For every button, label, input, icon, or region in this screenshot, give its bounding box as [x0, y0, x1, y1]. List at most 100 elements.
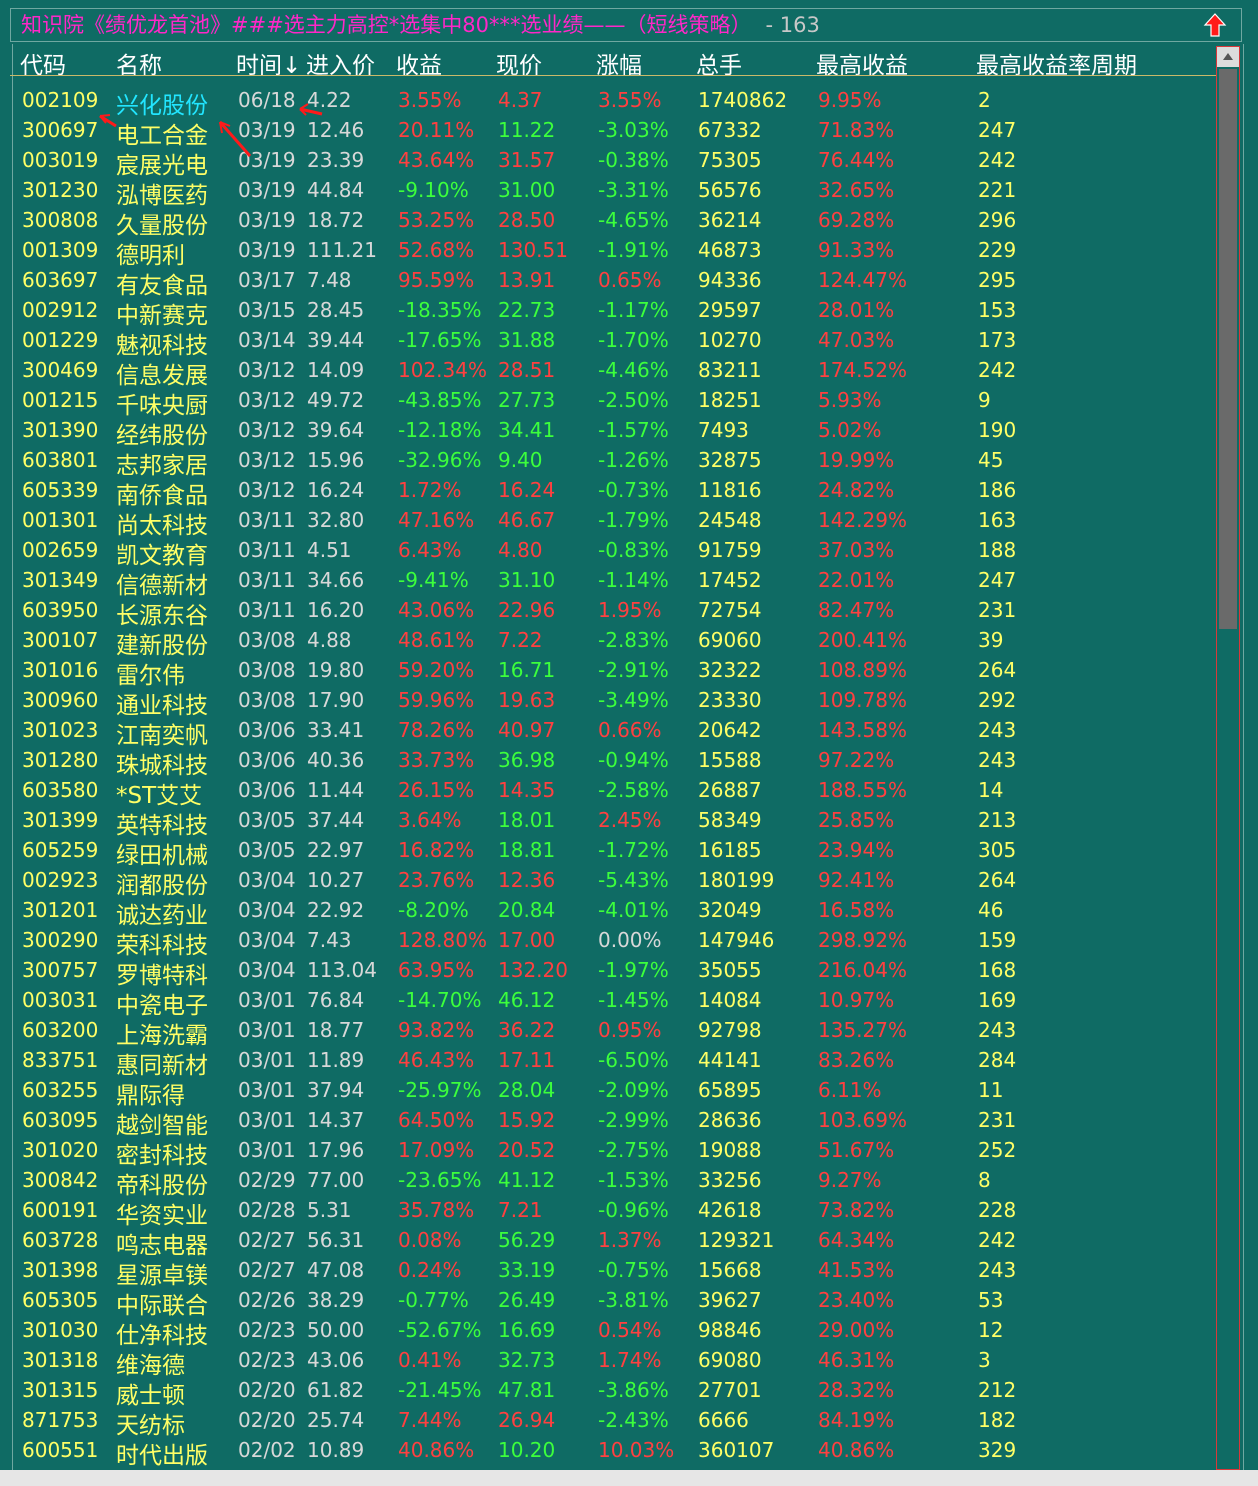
cell-current-price: 16.24	[498, 478, 556, 502]
table-row[interactable]: 301023 江南奕帆 03/06 33.41 78.26% 40.97 0.66% 2064…	[0, 716, 1216, 749]
table-row[interactable]: 002912 中新赛克 03/15 28.45 -18.35% 22.73 -1.17% 29…	[0, 296, 1216, 329]
cell-return: 128.80%	[398, 928, 487, 952]
cell-entry-price: 28.45	[307, 298, 365, 322]
cell-max-return: 92.41%	[818, 868, 895, 892]
table-row[interactable]: 300469 信息发展 03/12 14.09 102.34% 28.51 -4.46% 83…	[0, 356, 1216, 389]
table-row[interactable]: 603728 鸣志电器 02/27 56.31 0.08% 56.29 1.37% 12932…	[0, 1226, 1216, 1259]
table-row[interactable]: 301398 星源卓镁 02/27 47.08 0.24% 33.19 -0.75% 1566…	[0, 1256, 1216, 1289]
cell-change: 0.54%	[598, 1318, 662, 1342]
table-row[interactable]: 301020 密封科技 03/01 17.96 17.09% 20.52 -2.75% 190…	[0, 1136, 1216, 1169]
cell-volume: 360107	[698, 1438, 775, 1462]
cell-code: 002923	[22, 868, 99, 892]
table-row[interactable]: 002923 润都股份 03/04 10.27 23.76% 12.36 -5.43% 180…	[0, 866, 1216, 899]
cell-code: 001301	[22, 508, 99, 532]
cell-max-return: 16.58%	[818, 898, 895, 922]
cell-change: -3.49%	[598, 688, 669, 712]
cell-volume: 36214	[698, 208, 762, 232]
cell-time: 03/14	[238, 328, 296, 352]
table-row[interactable]: 301315 威士顿 02/20 61.82 -21.45% 47.81 -3.86% 277…	[0, 1376, 1216, 1409]
table-row[interactable]: 603697 有友食品 03/17 7.48 95.59% 13.91 0.65% 94336…	[0, 266, 1216, 299]
table-row[interactable]: 301030 仕净科技 02/23 50.00 -52.67% 16.69 0.54% 988…	[0, 1316, 1216, 1349]
cell-code: 301398	[22, 1258, 99, 1282]
cell-name: 德明利	[116, 243, 185, 269]
cell-max-return-period: 231	[978, 598, 1017, 622]
cell-volume: 23330	[698, 688, 762, 712]
cell-max-return-period: 182	[978, 1408, 1017, 1432]
cell-code: 301201	[22, 898, 99, 922]
vertical-scrollbar[interactable]	[1216, 46, 1240, 1470]
table-row[interactable]: 605259 绿田机械 03/05 22.97 16.82% 18.81 -1.72% 161…	[0, 836, 1216, 869]
cell-max-return-period: 292	[978, 688, 1017, 712]
table-row[interactable]: 300808 久量股份 03/19 18.72 53.25% 28.50 -4.65% 362…	[0, 206, 1216, 239]
cell-time: 02/26	[238, 1288, 296, 1312]
cell-max-return: 6.11%	[818, 1078, 882, 1102]
table-row[interactable]: 300290 荣科科技 03/04 7.43 128.80% 17.00 0.00% 1479…	[0, 926, 1216, 959]
cell-code: 301020	[22, 1138, 99, 1162]
cell-code: 301016	[22, 658, 99, 682]
cell-current-price: 26.94	[498, 1408, 556, 1432]
table-row[interactable]: 605339 南侨食品 03/12 16.24 1.72% 16.24 -0.73% 1181…	[0, 476, 1216, 509]
table-row[interactable]: 002659 凯文教育 03/11 4.51 6.43% 4.80 -0.83% 91759 3…	[0, 536, 1216, 569]
cell-max-return: 37.03%	[818, 538, 895, 562]
cell-current-price: 56.29	[498, 1228, 556, 1252]
cell-entry-price: 49.72	[307, 388, 365, 412]
table-row[interactable]: 301280 珠城科技 03/06 40.36 33.73% 36.98 -0.94% 155…	[0, 746, 1216, 779]
cell-max-return: 69.28%	[818, 208, 895, 232]
cell-max-return: 24.82%	[818, 478, 895, 502]
cell-entry-price: 76.84	[307, 988, 365, 1012]
cell-time: 03/08	[238, 688, 296, 712]
table-row[interactable]: 001229 魅视科技 03/14 39.44 -17.65% 31.88 -1.70% 10…	[0, 326, 1216, 359]
table-row[interactable]: 603255 鼎际得 03/01 37.94 -25.97% 28.04 -2.09% 658…	[0, 1076, 1216, 1109]
table-row[interactable]: 600191 华资实业 02/28 5.31 35.78% 7.21 -0.96% 42618…	[0, 1196, 1216, 1229]
table-row[interactable]: 300842 帝科股份 02/29 77.00 -23.65% 41.12 -1.53% 33…	[0, 1166, 1216, 1199]
cell-max-return: 47.03%	[818, 328, 895, 352]
table-row[interactable]: 300960 通业科技 03/08 17.90 59.96% 19.63 -3.49% 233…	[0, 686, 1216, 719]
table-row[interactable]: 603095 越剑智能 03/01 14.37 64.50% 15.92 -2.99% 286…	[0, 1106, 1216, 1139]
table-row[interactable]: 603200 上海洗霸 03/01 18.77 93.82% 36.22 0.95% 9279…	[0, 1016, 1216, 1049]
cell-current-price: 130.51	[498, 238, 568, 262]
table-row[interactable]: 001215 千味央厨 03/12 49.72 -43.85% 27.73 -2.50% 18…	[0, 386, 1216, 419]
table-row[interactable]: 001301 尚太科技 03/11 32.80 47.16% 46.67 -1.79% 245…	[0, 506, 1216, 539]
table-row[interactable]: 301399 英特科技 03/05 37.44 3.64% 18.01 2.45% 58349…	[0, 806, 1216, 839]
cell-code: 603200	[22, 1018, 99, 1042]
table-row[interactable]: 300107 建新股份 03/08 4.88 48.61% 7.22 -2.83% 69060…	[0, 626, 1216, 659]
cell-current-price: 17.11	[498, 1048, 556, 1072]
cell-current-price: 22.73	[498, 298, 556, 322]
cell-max-return: 64.34%	[818, 1228, 895, 1252]
cell-entry-price: 7.43	[307, 928, 352, 952]
table-row[interactable]: 301201 诚达药业 03/04 22.92 -8.20% 20.84 -4.01% 320…	[0, 896, 1216, 929]
table-row[interactable]: 605305 中际联合 02/26 38.29 -0.77% 26.49 -3.81% 396…	[0, 1286, 1216, 1319]
table-row[interactable]: 871753 天纺标 02/20 25.74 7.44% 26.94 -2.43% 6666 8…	[0, 1406, 1216, 1439]
cell-name: 越剑智能	[116, 1113, 208, 1139]
table-row[interactable]: 833751 惠同新材 03/01 11.89 46.43% 17.11 -6.50% 441…	[0, 1046, 1216, 1079]
cell-max-return-period: 229	[978, 238, 1017, 262]
table-row[interactable]: 301349 信德新材 03/11 34.66 -9.41% 31.10 -1.14% 174…	[0, 566, 1216, 599]
cell-code: 001229	[22, 328, 99, 352]
cell-return: -21.45%	[398, 1378, 482, 1402]
cell-max-return-period: 159	[978, 928, 1017, 952]
cell-entry-price: 22.92	[307, 898, 365, 922]
table-row[interactable]: 003031 中瓷电子 03/01 76.84 -14.70% 46.12 -1.45% 14…	[0, 986, 1216, 1019]
cell-entry-price: 4.51	[307, 538, 352, 562]
cell-change: -5.43%	[598, 868, 669, 892]
cell-name: 经纬股份	[116, 423, 208, 449]
cell-max-return: 28.01%	[818, 298, 895, 322]
table-row[interactable]: 301390 经纬股份 03/12 39.64 -12.18% 34.41 -1.57% 74…	[0, 416, 1216, 449]
cell-change: -0.75%	[598, 1258, 669, 1282]
cell-current-price: 36.22	[498, 1018, 556, 1042]
cell-change: -0.96%	[598, 1198, 669, 1222]
cell-max-return: 5.93%	[818, 388, 882, 412]
table-row[interactable]: 603950 长源东谷 03/11 16.20 43.06% 22.96 1.95% 7275…	[0, 596, 1216, 629]
table-row[interactable]: 301016 雷尔伟 03/08 19.80 59.20% 16.71 -2.91% 3232…	[0, 656, 1216, 689]
table-row[interactable]: 001309 德明利 03/19 111.21 52.68% 130.51 -1.91% 46…	[0, 236, 1216, 269]
table-row[interactable]: 300757 罗博特科 03/04 113.04 63.95% 132.20 -1.97% 3…	[0, 956, 1216, 989]
table-row[interactable]: 603580 *ST艾艾 03/06 11.44 26.15% 14.35 -2.58% 26…	[0, 776, 1216, 809]
cell-name: 天纺标	[116, 1413, 185, 1439]
table-row[interactable]: 600551 时代出版 02/02 10.89 40.86% 10.20 10.03% 360…	[0, 1436, 1216, 1469]
cell-change: 0.95%	[598, 1018, 662, 1042]
cell-return: -43.85%	[398, 388, 482, 412]
table-row[interactable]: 301318 维海德 02/23 43.06 0.41% 32.73 1.74% 69080 4…	[0, 1346, 1216, 1379]
cell-current-price: 31.88	[498, 328, 556, 352]
cell-return: 59.20%	[398, 658, 475, 682]
table-row[interactable]: 603801 志邦家居 03/12 15.96 -32.96% 9.40 -1.26% 328…	[0, 446, 1216, 479]
